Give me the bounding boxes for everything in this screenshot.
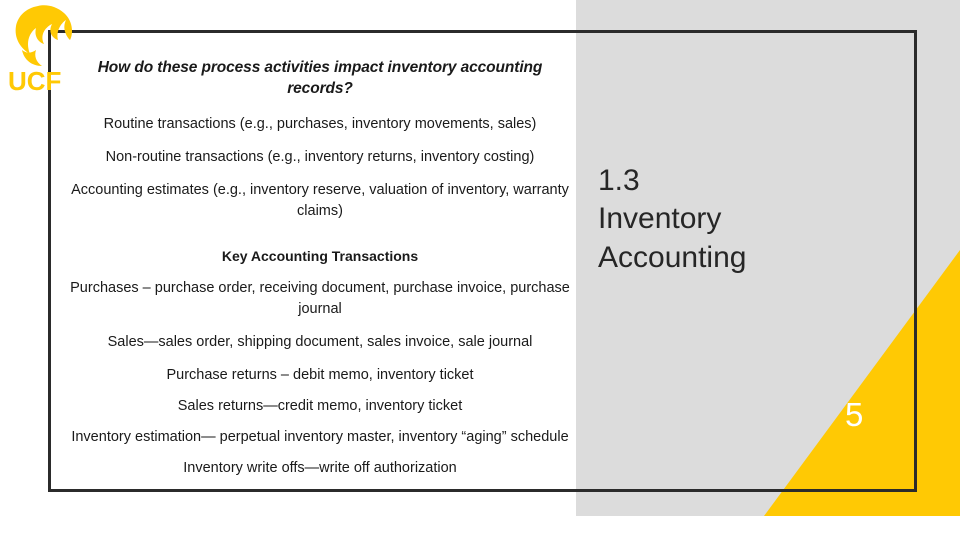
section-title-line2: Accounting: [598, 240, 747, 274]
transaction-sales-returns: Sales returns—credit memo, inventory tic…: [177, 397, 463, 414]
bullet-routine-transactions: Routine transactions (e.g., purchases, i…: [103, 115, 537, 132]
transaction-purchases: Purchases – purchase order, receiving do…: [70, 279, 570, 317]
ucf-logo-text: UCF: [8, 66, 61, 92]
transaction-inventory-estimation: Inventory estimation— perpetual inventor…: [71, 428, 569, 445]
transaction-sales: Sales—sales order, shipping document, sa…: [107, 333, 533, 350]
page-number: 5: [845, 396, 864, 433]
section-label: 1.3 Inventory Accounting: [598, 162, 908, 277]
bullet-accounting-estimates: Accounting estimates (e.g., inventory re…: [71, 181, 569, 219]
section-title-line1: Inventory: [598, 202, 722, 236]
slide-heading: How do these process activities impact i…: [97, 59, 543, 97]
slide: UCF How do these process activities impa…: [0, 0, 960, 540]
ucf-logo: UCF: [8, 5, 72, 92]
key-accounting-transactions-subheading: Key Accounting Transactions: [221, 247, 419, 264]
transaction-purchase-returns: Purchase returns – debit memo, inventory…: [166, 366, 474, 383]
bullet-nonroutine-transactions: Non-routine transactions (e.g., inventor…: [105, 148, 535, 165]
left-text-column: How do these process activities impact i…: [55, 58, 585, 489]
transaction-inventory-write-offs: Inventory write offs—write off authoriza…: [183, 460, 457, 476]
section-number: 1.3: [598, 164, 640, 197]
